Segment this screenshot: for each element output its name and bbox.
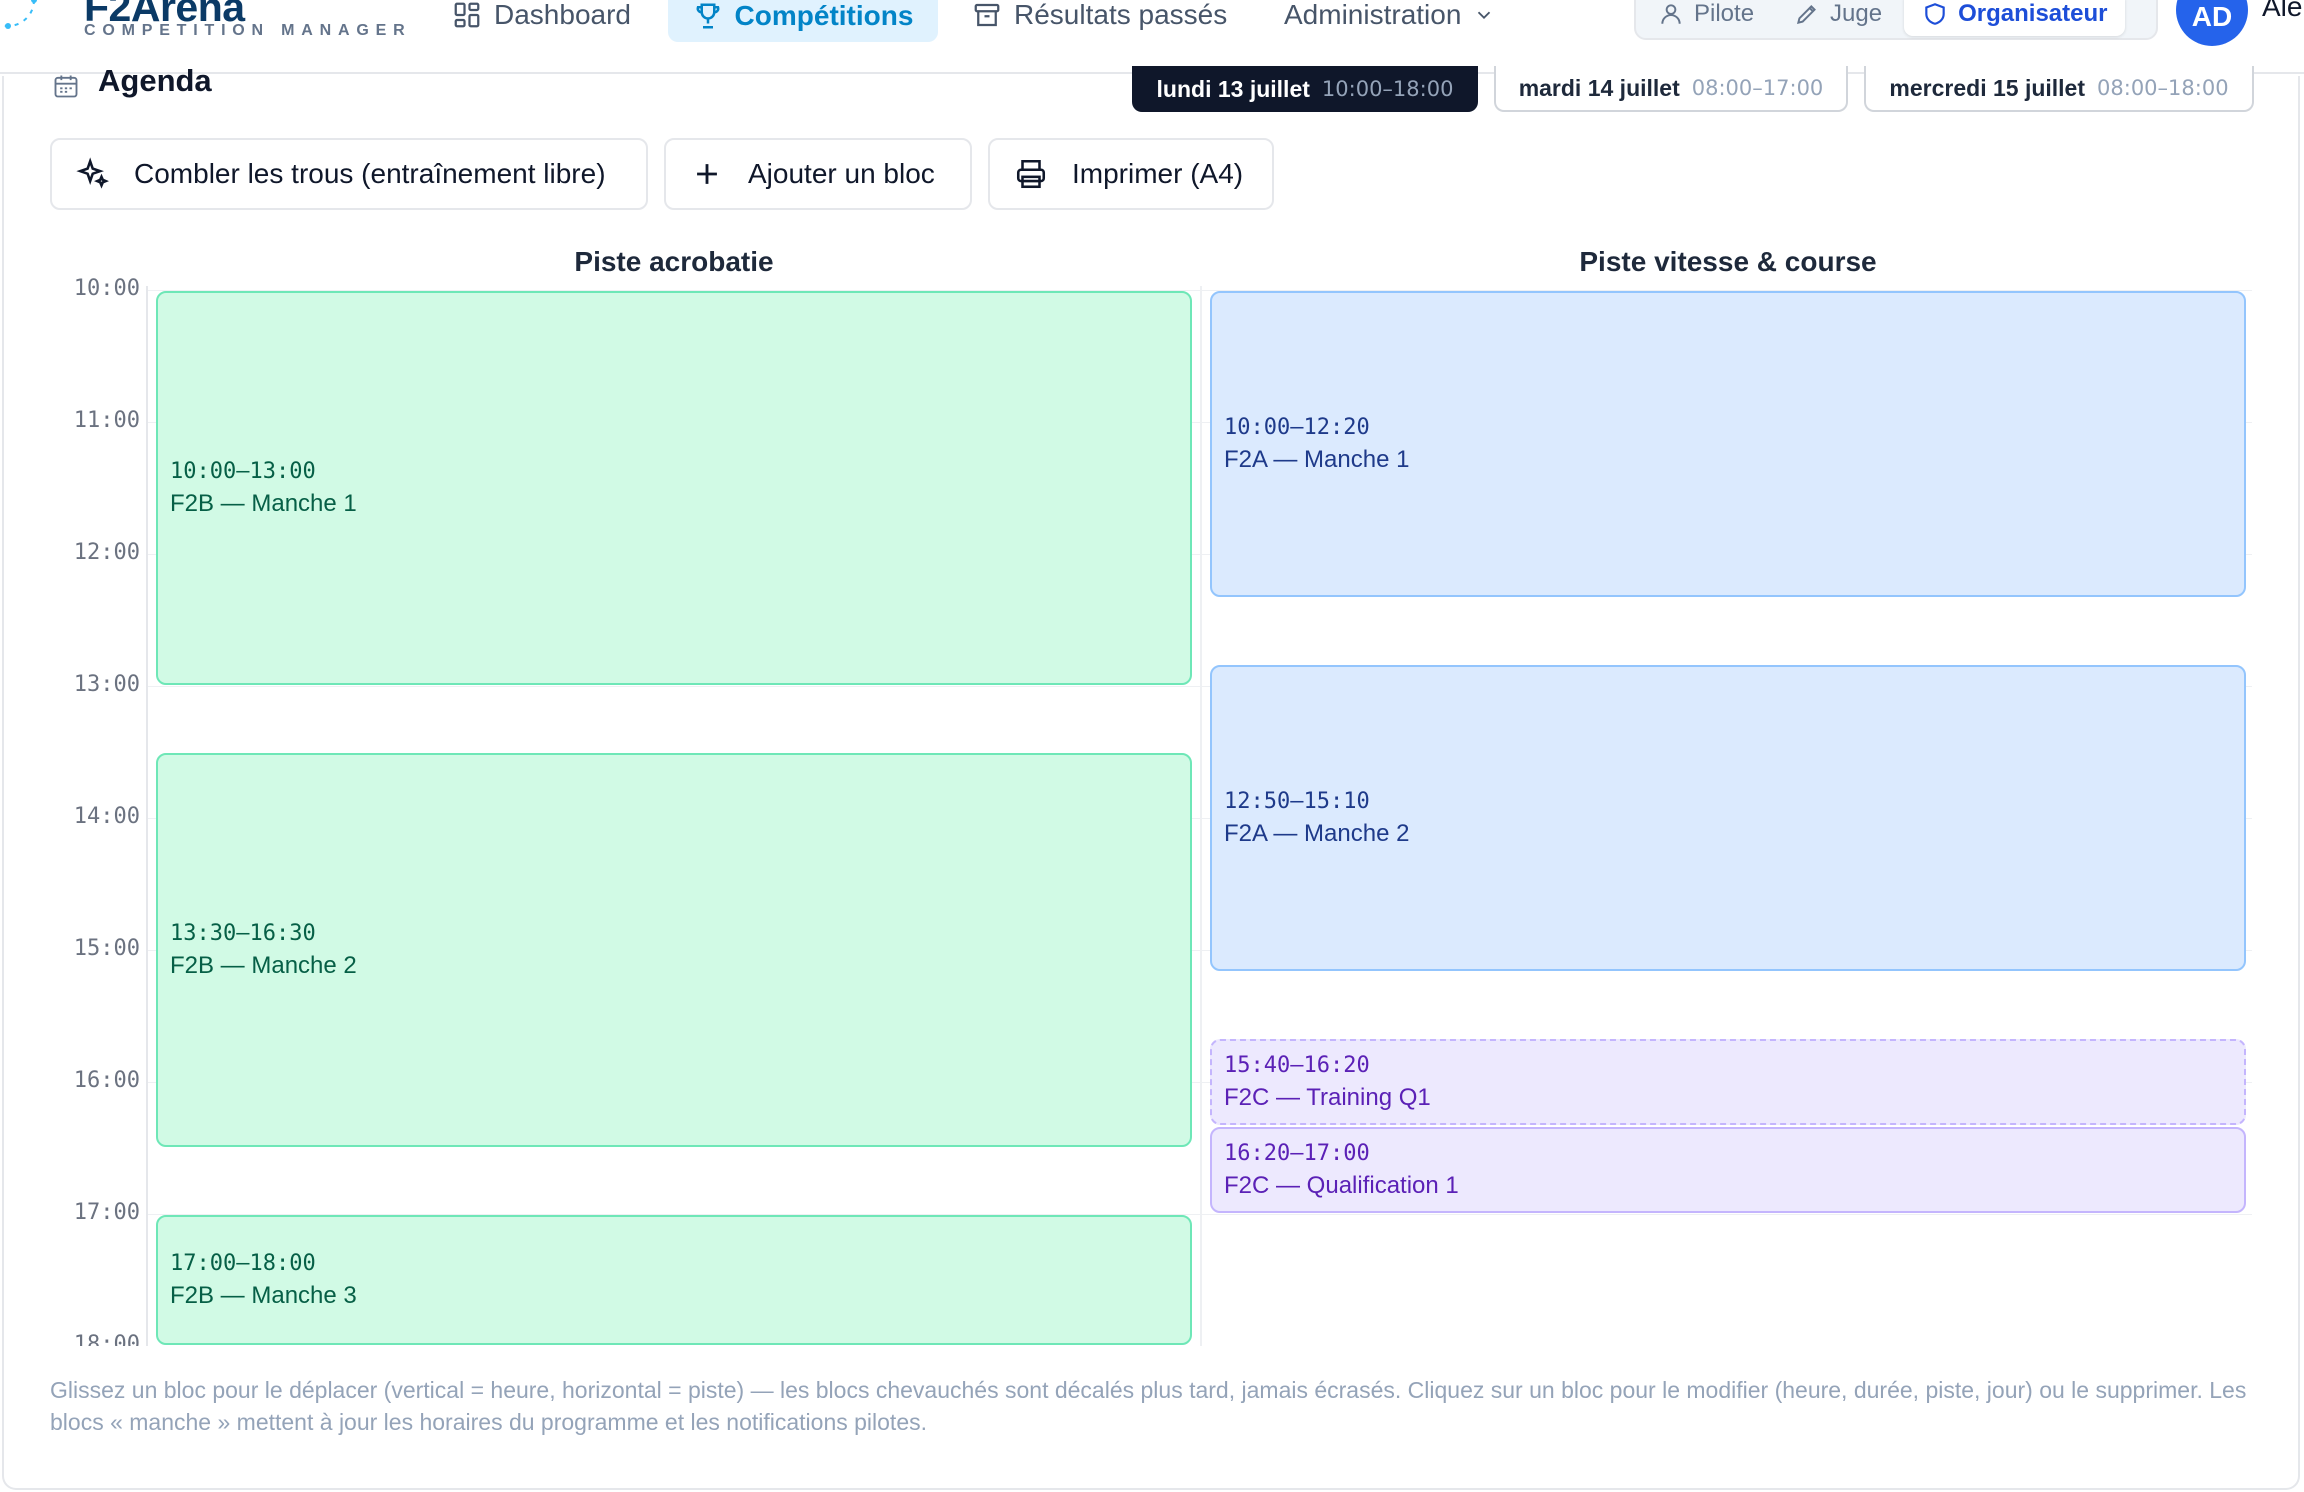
help-note: Glissez un bloc pour le déplacer (vertic…	[50, 1377, 2247, 1435]
hour-label: 13:00	[73, 672, 140, 697]
block-name: F2A — Manche 1	[1224, 446, 1410, 473]
schedule-block[interactable]: 10:00–12:20 F2A — Manche 1	[1210, 291, 2246, 597]
hour-label: 10:00	[73, 276, 140, 301]
block-time: 13:30–16:30	[170, 921, 316, 946]
schedule-block[interactable]: 12:50–15:10 F2A — Manche 2	[1210, 665, 2246, 971]
schedule-block[interactable]: 13:30–16:30 F2B — Manche 2	[156, 753, 1192, 1147]
hour-label: 12:00	[73, 540, 140, 565]
lane-divider	[1200, 286, 1202, 1346]
block-name: F2C — Qualification 1	[1224, 1172, 1459, 1199]
hour-label: 17:00	[73, 1200, 140, 1225]
hour-label: 18:00	[73, 1332, 140, 1346]
block-time: 17:00–18:00	[170, 1251, 316, 1276]
hour-label: 14:00	[73, 804, 140, 829]
block-name: F2B — Manche 2	[170, 952, 357, 979]
time-axis	[146, 286, 148, 1346]
schedule-viewport: 10:00 11:00 12:00 13:00 14:00 15:00 16:00 17:00…	[0, 0, 2304, 1346]
block-time: 10:00–12:20	[1224, 415, 1370, 440]
block-time: 12:50–15:10	[1224, 789, 1370, 814]
schedule-block[interactable]: 10:00–13:00 F2B — Manche 1	[156, 291, 1192, 685]
block-name: F2B — Manche 1	[170, 490, 357, 517]
hour-label: 15:00	[73, 936, 140, 961]
schedule-block[interactable]: 17:00–18:00 F2B — Manche 3	[156, 1215, 1192, 1345]
schedule-block[interactable]: 16:20–17:00 F2C — Qualification 1	[1210, 1127, 2246, 1213]
block-time: 10:00–13:00	[170, 459, 316, 484]
hour-label: 11:00	[73, 408, 140, 433]
block-name: F2B — Manche 3	[170, 1282, 357, 1309]
block-time: 15:40–16:20	[1224, 1053, 1370, 1078]
schedule-block[interactable]: 15:40–16:20 F2C — Training Q1	[1210, 1039, 2246, 1125]
block-time: 16:20–17:00	[1224, 1141, 1370, 1166]
hour-label: 16:00	[73, 1068, 140, 1093]
block-name: F2A — Manche 2	[1224, 820, 1410, 847]
block-name: F2C — Training Q1	[1224, 1084, 1431, 1111]
